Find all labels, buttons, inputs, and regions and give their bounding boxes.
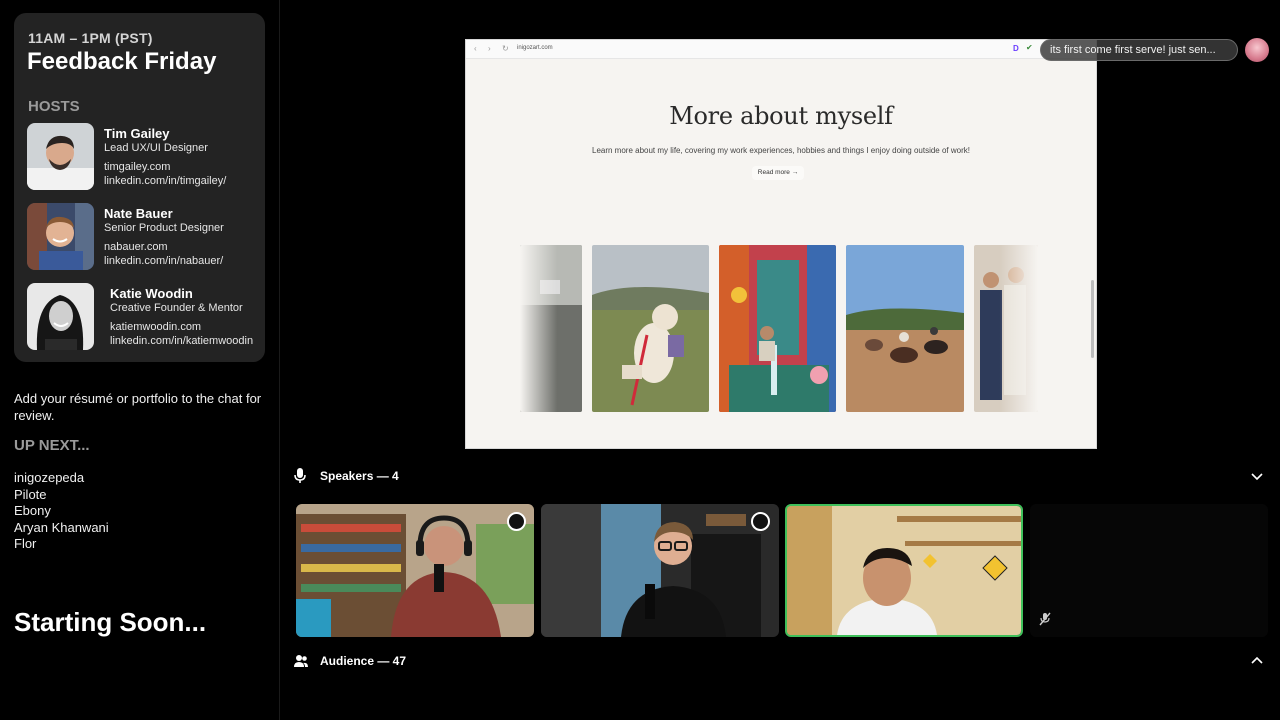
event-title: Feedback Friday <box>27 48 217 75</box>
list-item: Pilote <box>14 486 47 502</box>
event-card: 11AM – 1PM (PST) Feedback Friday HOSTS T… <box>14 13 265 362</box>
chat-message-toast[interactable]: its first come first serve! just sen... <box>1040 39 1238 61</box>
host-website-link[interactable]: nabauer.com <box>104 241 168 253</box>
list-item: Aryan Khanwani <box>14 519 109 535</box>
forward-icon[interactable]: › <box>488 44 491 53</box>
speaker-tile-camera-off[interactable] <box>1030 504 1268 637</box>
active-speaker-tile[interactable] <box>785 504 1023 637</box>
submission-note: Add your résumé or portfolio to the chat… <box>14 391 262 423</box>
host-avatar <box>27 283 94 350</box>
list-item: Flor <box>14 536 37 552</box>
microphone-icon <box>294 468 306 483</box>
host-website-link[interactable]: timgailey.com <box>104 161 170 173</box>
speaker-tile[interactable] <box>296 504 534 637</box>
chevron-up-icon[interactable] <box>1251 656 1263 666</box>
host-linkedin-link[interactable]: linkedin.com/in/timgailey/ <box>104 175 226 187</box>
moderator-shield-icon <box>507 512 526 531</box>
host-linkedin-link[interactable]: linkedin.com/in/nabauer/ <box>104 255 223 267</box>
moderator-shield-icon <box>751 512 770 531</box>
host-avatar <box>27 203 94 270</box>
extension-icon[interactable]: D <box>1013 44 1019 53</box>
host-name: Katie Woodin <box>110 286 193 301</box>
gallery-photo <box>974 245 1038 412</box>
host-item: Katie Woodin Creative Founder & Mentor k… <box>27 283 257 351</box>
audience-label: Audience — 47 <box>320 654 407 668</box>
address-bar[interactable]: inigozart.com <box>517 45 553 51</box>
people-icon <box>294 655 308 667</box>
event-time: 11AM – 1PM (PST) <box>28 30 153 46</box>
host-role: Creative Founder & Mentor <box>110 302 243 314</box>
host-linkedin-link[interactable]: linkedin.com/in/katiemwoodin <box>110 335 253 347</box>
status-text: Starting Soon... <box>14 607 207 637</box>
back-icon[interactable]: ‹ <box>474 44 477 53</box>
host-role: Lead UX/UI Designer <box>104 142 208 154</box>
reload-icon[interactable]: ↻ <box>502 44 509 53</box>
host-avatar <box>27 123 94 190</box>
up-next-heading: UP NEXT... <box>14 437 90 454</box>
host-item: Nate Bauer Senior Product Designer nabau… <box>27 203 257 271</box>
screen-share[interactable]: ‹ › ↻ inigozart.com D ✔ More about mysel… <box>465 39 1097 449</box>
host-name: Tim Gailey <box>104 126 170 141</box>
host-name: Nate Bauer <box>104 206 173 221</box>
hosts-heading: HOSTS <box>28 98 80 115</box>
gallery-photo <box>719 245 836 412</box>
muted-mic-icon <box>1039 612 1051 626</box>
speakers-section-header[interactable]: Speakers — 4 <box>293 467 1268 487</box>
list-item: inigozepeda <box>14 470 85 485</box>
chevron-down-icon[interactable] <box>1251 471 1263 481</box>
browser-toolbar: ‹ › ↻ inigozart.com D ✔ <box>466 40 1096 59</box>
gallery-photo <box>846 245 964 412</box>
audience-section-header[interactable]: Audience — 47 <box>293 652 1268 672</box>
gallery-photo <box>520 245 582 412</box>
page-title: More about myself <box>669 102 893 130</box>
check-extension-icon[interactable]: ✔ <box>1026 43 1033 52</box>
list-item: Ebony <box>14 503 51 519</box>
host-item: Tim Gailey Lead UX/UI Designer timgailey… <box>27 123 257 191</box>
avatar <box>1245 38 1269 62</box>
speaker-tile[interactable] <box>541 504 779 637</box>
host-website-link[interactable]: katiemwoodin.com <box>110 321 201 333</box>
scrollbar[interactable] <box>1091 280 1094 358</box>
event-sidebar: 11AM – 1PM (PST) Feedback Friday HOSTS T… <box>0 0 280 720</box>
page-subtitle: Learn more about my life, covering my wo… <box>592 146 970 155</box>
up-next-list: inigozepeda Pilote Ebony Aryan Khanwani … <box>14 470 109 553</box>
speakers-label: Speakers — 4 <box>320 469 399 483</box>
read-more-button[interactable]: Read more → <box>752 166 804 180</box>
host-role: Senior Product Designer <box>104 222 224 234</box>
gallery-photo <box>592 245 709 412</box>
